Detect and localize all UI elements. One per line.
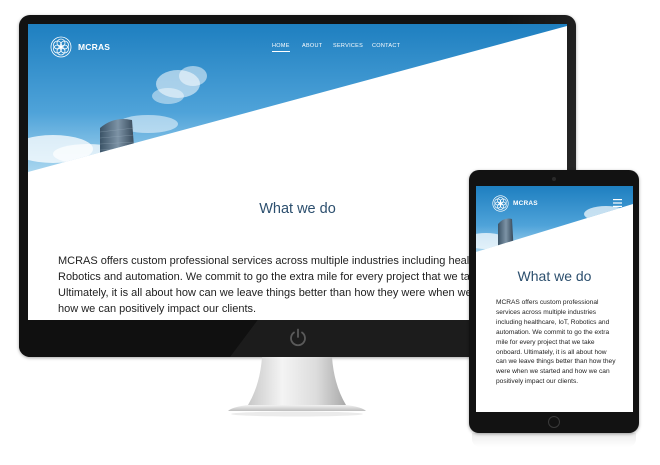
tablet-hero-banner: MCRAS (476, 186, 633, 252)
monitor-stand (222, 357, 372, 417)
camera-icon (552, 177, 556, 181)
tablet-screen: MCRAS What we do MCRAS offers custom pro… (476, 186, 633, 412)
nav-services[interactable]: SERVICES (333, 43, 363, 49)
logo-text[interactable]: MCRAS (78, 42, 110, 52)
section-title: What we do (517, 268, 592, 284)
nav-contact[interactable]: CONTACT (372, 43, 400, 49)
logo-icon[interactable] (492, 195, 509, 212)
desktop-hero-banner: MCRAS HOME ABOUT SERVICES CONTACT (28, 24, 567, 172)
nav-about[interactable]: ABOUT (302, 43, 322, 49)
logo-icon[interactable] (50, 36, 72, 58)
tablet-reflection (472, 433, 636, 447)
nav-home[interactable]: HOME (272, 43, 290, 52)
power-icon[interactable] (287, 326, 309, 348)
logo-text[interactable]: MCRAS (513, 200, 538, 207)
section-paragraph: MCRAS offers custom professional service… (496, 299, 616, 386)
home-button-icon[interactable] (548, 416, 560, 428)
hamburger-menu-icon[interactable] (613, 199, 622, 207)
